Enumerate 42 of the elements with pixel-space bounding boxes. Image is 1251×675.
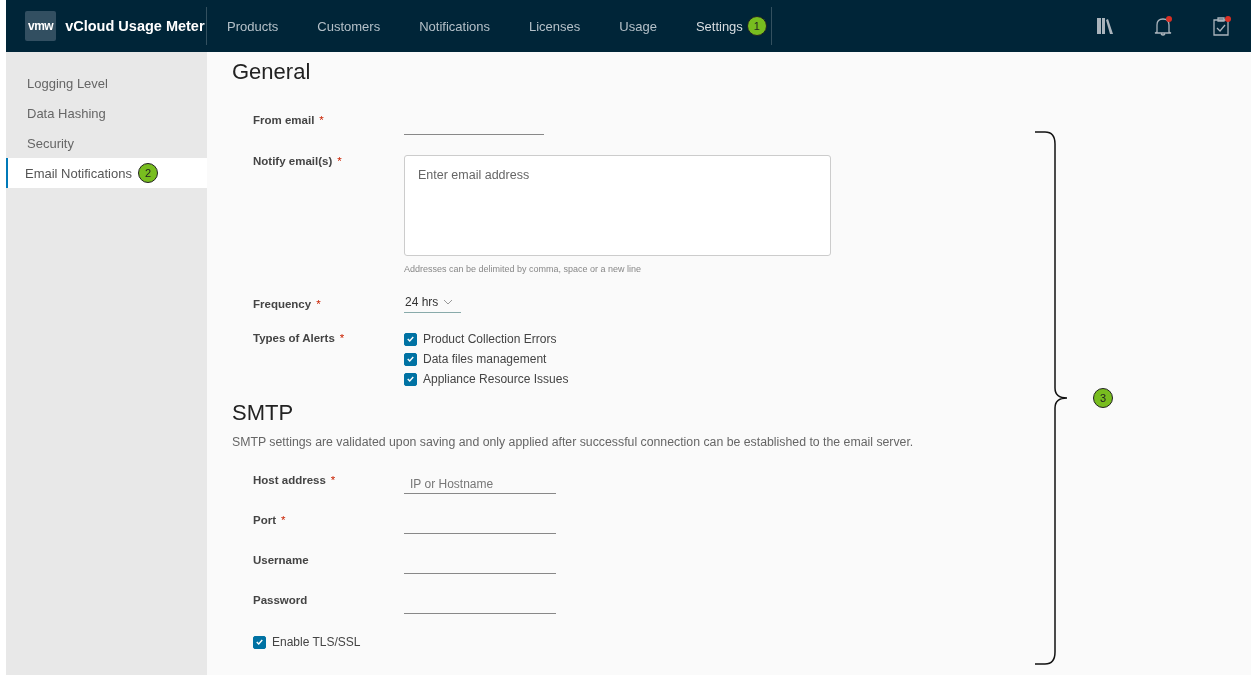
helper-text: Addresses can be delimited by comma, space or a new line (404, 264, 643, 274)
section-title: General (232, 58, 311, 86)
sidebar-item[interactable]: Email Notifications (25, 165, 132, 181)
bell-icon[interactable] (1152, 15, 1174, 37)
field-label: Host address * (253, 474, 336, 486)
chevron-down-icon (443, 299, 454, 305)
field-label: Username (253, 554, 309, 566)
email-textarea[interactable]: Enter email address (404, 155, 831, 256)
checkbox-label: Product Collection Errors (423, 332, 557, 346)
nav-tab[interactable]: Settings (695, 18, 743, 34)
field-label: Port * (253, 514, 286, 526)
field-label: Notify email(s) * (253, 155, 342, 167)
library-icon[interactable] (1094, 15, 1116, 37)
sidebar-item[interactable]: Logging Level (27, 75, 108, 91)
sidebar-item[interactable]: Data Hashing (27, 105, 106, 121)
app-name: vCloud Usage Meter (65, 18, 205, 34)
field-label: From email * (253, 114, 324, 126)
callout-badge: 2 (137, 163, 158, 183)
nav-tab[interactable]: Products (227, 18, 279, 34)
field-label: Frequency * (253, 298, 321, 310)
checkbox[interactable] (404, 332, 417, 346)
checkbox[interactable] (404, 352, 417, 366)
nav-tab[interactable]: Customers (317, 18, 381, 34)
nav-tab[interactable]: Notifications (419, 18, 490, 34)
logo: vmw (25, 11, 57, 41)
checkbox-label: Enable TLS/SSL (272, 635, 361, 649)
input-field[interactable]: IP or Hostname (404, 474, 556, 494)
nav-tab[interactable]: Licenses (529, 18, 581, 34)
checkbox-label: Appliance Resource Issues (423, 372, 569, 386)
section-title: SMTP (232, 399, 294, 427)
checkbox[interactable] (253, 635, 266, 649)
callout-badge: 3 (1093, 388, 1113, 408)
sidebar-item[interactable]: Security (27, 135, 74, 151)
checkbox[interactable] (404, 372, 417, 386)
field-label: Password (253, 594, 308, 606)
nav-tab[interactable]: Usage (619, 18, 657, 34)
description-text: SMTP settings are validated upon saving and only applied after successful connection can be established to the email server. (232, 435, 915, 449)
callout-badge: 1 (746, 16, 767, 36)
clipboard-check-icon[interactable] (1210, 15, 1232, 37)
frequency-select[interactable]: 24 hrs (404, 295, 461, 313)
field-label: Types of Alerts * (253, 332, 345, 344)
checkbox-label: Data files management (423, 352, 547, 366)
